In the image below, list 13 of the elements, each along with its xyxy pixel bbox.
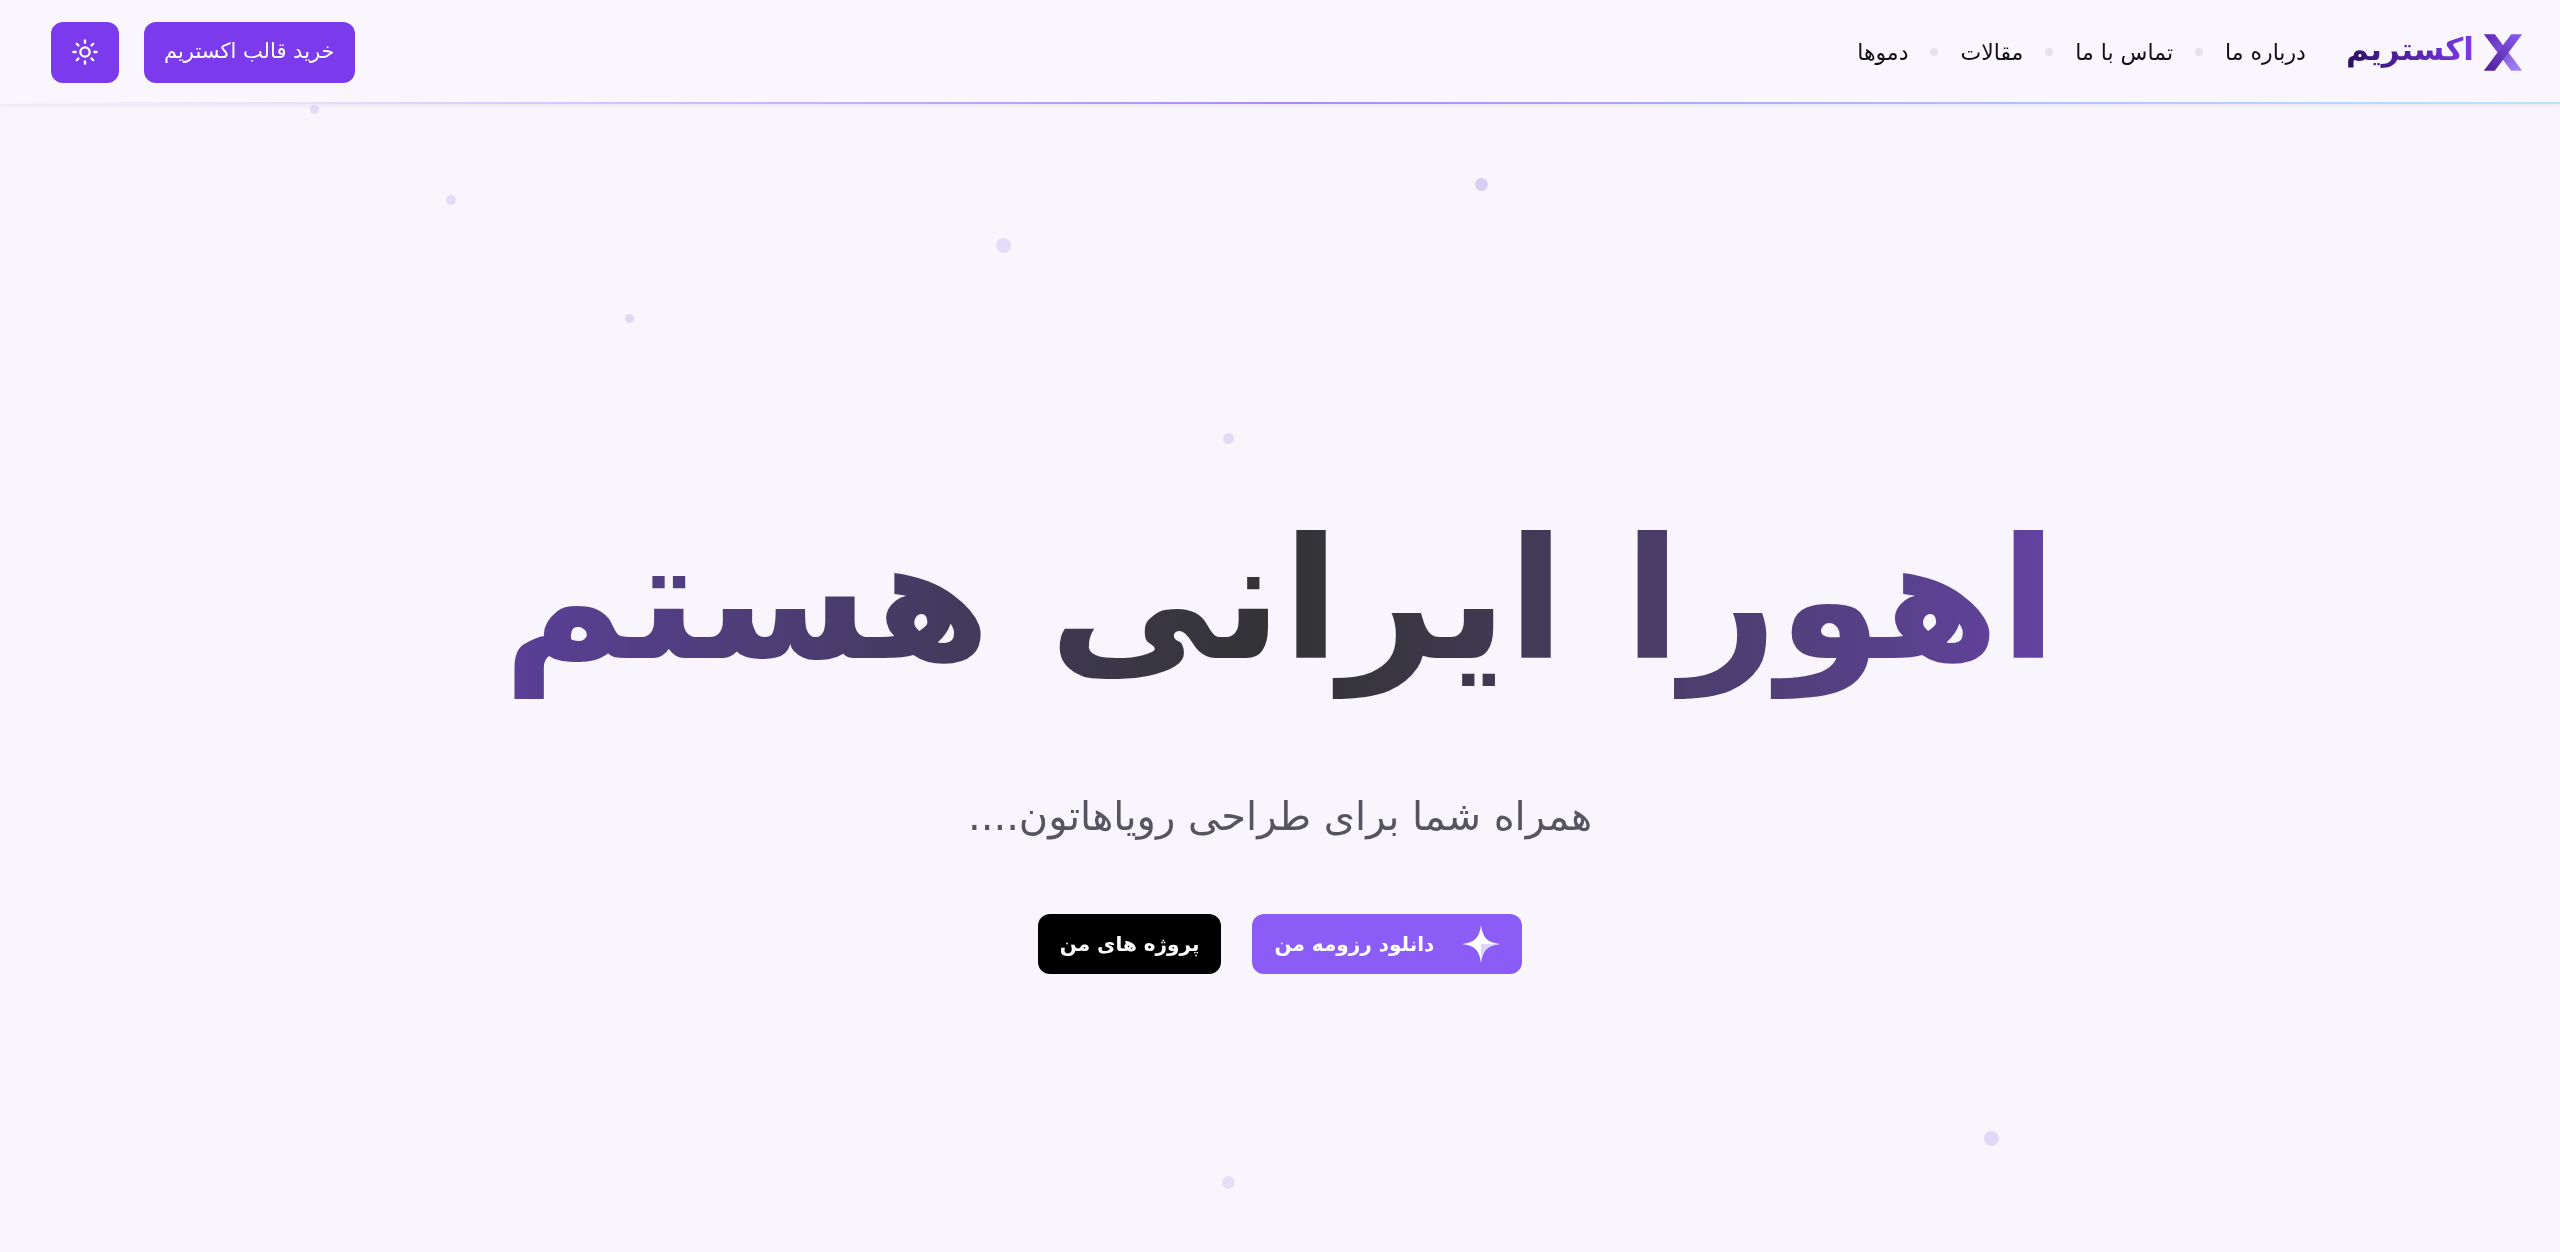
theme-toggle-button[interactable] [51, 21, 119, 83]
nav-link[interactable]: تماس با ما [2075, 35, 2173, 69]
buy-template-button[interactable]: خرید قالب اکستریم [144, 21, 355, 83]
cross-logo-icon [2482, 33, 2524, 71]
hero-subtitle: همراه شما برای طراحی رویاهاتون.... [968, 791, 1592, 842]
projects-button[interactable]: پروژه های من [1037, 913, 1222, 974]
sun-icon [71, 38, 99, 66]
download-resume-button[interactable]: دانلود رزومه من [1252, 913, 1523, 974]
logo-text: اکستریم [2345, 33, 2474, 71]
nav-link[interactable]: درباره ما [2225, 35, 2306, 69]
nav-link[interactable]: دموها [1857, 35, 1909, 69]
nav-link[interactable]: مقالات [1960, 35, 2024, 69]
sparkle-icon [1462, 924, 1501, 963]
